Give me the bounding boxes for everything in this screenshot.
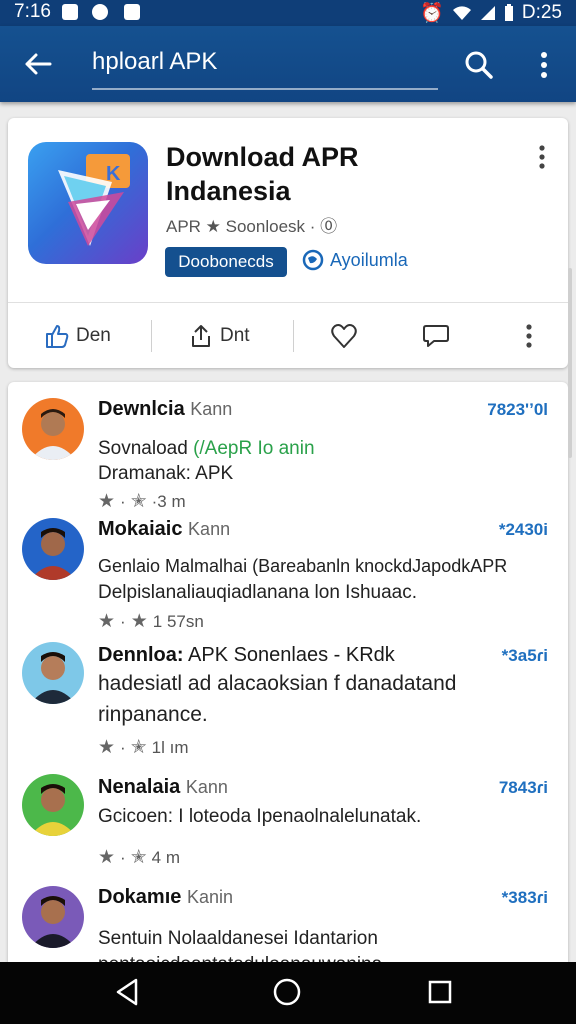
star-icon: ★ (98, 737, 116, 758)
avatar[interactable] (22, 398, 84, 460)
back-arrow-icon[interactable] (22, 48, 54, 80)
alarm-icon: ⏰ (420, 3, 444, 24)
card-divider (8, 302, 568, 303)
action-separator (151, 320, 152, 352)
like-button[interactable]: Den (44, 318, 111, 354)
share-label: Dnt (220, 325, 250, 346)
item-text: Sentuin Nolaaldanesei Idantarion (98, 928, 378, 949)
status-clock: D:25 (521, 2, 562, 23)
item-rating: ★ · ★ 1 57sn (98, 611, 204, 632)
system-nav-bar (0, 962, 576, 1024)
star-icon: ★ (98, 611, 116, 632)
app-title-line2: Indanesia (166, 176, 291, 206)
nav-recents-icon[interactable] (424, 976, 456, 1008)
battery-icon (504, 4, 513, 21)
item-rating: ★ · ✭ 4 m (98, 847, 180, 868)
item-count: *3a5ɾi (501, 646, 548, 665)
avatar[interactable] (22, 886, 84, 948)
more-vert-icon[interactable] (532, 144, 552, 170)
avatar[interactable] (22, 774, 84, 836)
item-rating: ★ · ✭ 1l ım (98, 737, 189, 758)
list-item[interactable]: Nenalaia Kann 7843ɾi Gcicoen: I loteoda … (8, 770, 568, 880)
star-half-icon: ✭ (130, 491, 147, 512)
item-author: Dennloa: APK Sonenlaes - KRdk (98, 644, 395, 666)
app-icon[interactable]: K (28, 142, 148, 264)
search-query-field[interactable]: hploarl APK (92, 48, 217, 76)
share-icon (192, 325, 210, 347)
heart-icon (331, 324, 357, 348)
list-item[interactable]: Dewnlcia Kann 7823'ʼ0l Sovnaload (/AepR … (8, 394, 568, 512)
item-text-line2: rinpanance. (98, 703, 208, 726)
thumbs-up-icon (46, 325, 69, 348)
item-text: Gcicoen: I loteoda Ipenaolnalelunatak. (98, 806, 422, 827)
like-label: Den (76, 325, 111, 346)
item-author: Dokamıe Kanin (98, 886, 233, 908)
app-card[interactable]: K Download APR Indanesia APR ★ Soonloesk… (8, 118, 568, 368)
item-author: Dewnlcia Kann (98, 398, 233, 420)
nav-back-icon[interactable] (112, 976, 144, 1008)
more-vert-icon[interactable] (534, 50, 554, 80)
app-title-line1: Download APR (166, 142, 359, 172)
wifi-icon (452, 6, 471, 20)
status-bar: 7:16 ⏰ D:25 (0, 0, 576, 26)
item-author: Mokaiaic Kann (98, 518, 231, 540)
list-item[interactable]: Mokaiaic Kann *2430i Genlaio Malmalhai (… (8, 514, 568, 632)
item-count: 7843ɾi (498, 778, 548, 797)
app-title: Download APR Indanesia (166, 140, 359, 208)
notification-icon (62, 4, 78, 20)
item-count: 7823'ʼ0l (487, 400, 548, 419)
item-text-line2: Dramanak: APK (98, 463, 234, 484)
comment-button[interactable] (422, 318, 450, 354)
star-half-icon: ✭ (130, 737, 147, 758)
scrollbar[interactable] (568, 268, 572, 458)
popular-link[interactable]: Ayoilumla (302, 249, 408, 271)
action-row: Den Dnt (8, 304, 568, 368)
nav-home-icon[interactable] (271, 976, 303, 1008)
item-text: Genlaio Malmalhai (Bareabanln knockdJapo… (98, 556, 508, 576)
share-button[interactable]: Dnt (188, 318, 250, 354)
more-actions-button[interactable] (522, 318, 536, 354)
favorite-button[interactable] (330, 318, 358, 354)
action-separator (293, 320, 294, 352)
item-text: hadesiatl ad alacaoksian f danadatand (98, 672, 457, 695)
signal-icon (480, 6, 495, 20)
item-rating: ★ · ✭ ·3 m (98, 491, 186, 512)
star-icon: ★ (98, 847, 116, 868)
review-list: Dewnlcia Kann 7823'ʼ0l Sovnaload (/AepR … (8, 382, 568, 982)
list-item[interactable]: Dennloa: APK Sonenlaes - KRdk *3a5ɾi had… (8, 638, 568, 768)
star-half-icon: ✭ (130, 847, 147, 868)
notification-icon (124, 4, 140, 20)
star-half-icon: ★ (130, 611, 148, 632)
app-logo-icon: K (58, 154, 130, 246)
item-author: Nenalaia Kann (98, 776, 228, 798)
app-subtitle: APR ★ Soonloesk · ⓪ (166, 217, 338, 236)
more-vert-icon (526, 324, 532, 348)
comment-icon (423, 325, 449, 347)
popular-label: Ayoilumla (330, 249, 408, 270)
avatar[interactable] (22, 642, 84, 704)
search-icon[interactable] (464, 50, 494, 80)
item-count: *2430i (498, 520, 548, 539)
download-button[interactable]: Doobonecds (165, 247, 287, 277)
star-icon: ★ (98, 491, 116, 512)
app-bar: hploarl APK (0, 26, 576, 102)
avatar[interactable] (22, 518, 84, 580)
item-text-line2: Delpislanaliauqiadlanana lon Ishuaac. (98, 582, 418, 603)
globe-icon (302, 249, 324, 271)
item-count: *383ɾi (501, 888, 548, 907)
item-text: Sovnaload (/AepR Io anin (98, 438, 315, 459)
notification-icon (92, 4, 108, 20)
status-time: 7:16 (14, 1, 51, 22)
search-underline (92, 88, 438, 90)
